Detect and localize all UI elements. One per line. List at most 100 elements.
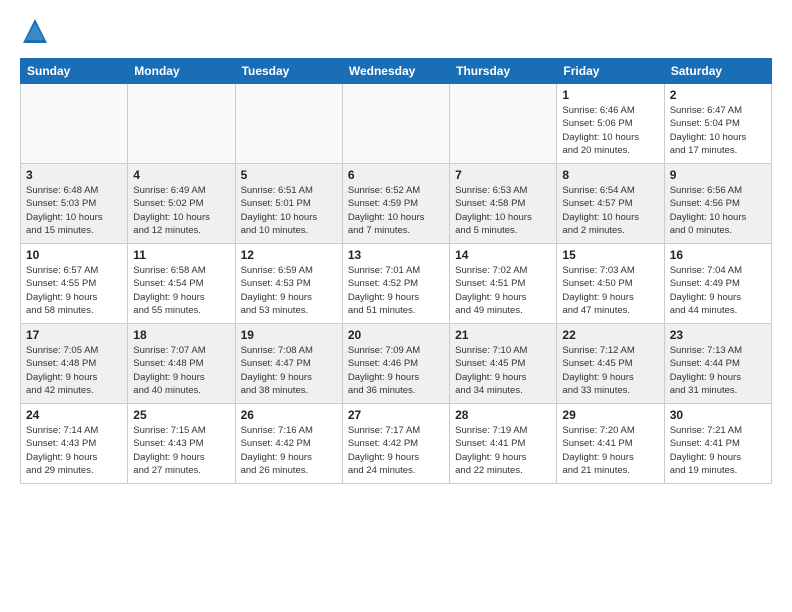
day-info: Sunrise: 7:19 AM Sunset: 4:41 PM Dayligh… [455, 424, 551, 477]
day-number: 28 [455, 408, 551, 422]
calendar-cell: 25 Sunrise: 7:15 AM Sunset: 4:43 PM Dayli… [128, 404, 235, 484]
calendar-cell: 9 Sunrise: 6:56 AM Sunset: 4:56 PM Daylig… [664, 164, 771, 244]
day-info: Sunrise: 7:01 AM Sunset: 4:52 PM Dayligh… [348, 264, 444, 317]
calendar-cell [235, 84, 342, 164]
logo-icon [20, 16, 50, 46]
day-number: 15 [562, 248, 658, 262]
day-number: 26 [241, 408, 337, 422]
day-info: Sunrise: 6:59 AM Sunset: 4:53 PM Dayligh… [241, 264, 337, 317]
day-info: Sunrise: 7:02 AM Sunset: 4:51 PM Dayligh… [455, 264, 551, 317]
page: SundayMondayTuesdayWednesdayThursdayFrid… [0, 0, 792, 494]
day-info: Sunrise: 6:56 AM Sunset: 4:56 PM Dayligh… [670, 184, 766, 237]
calendar-cell [450, 84, 557, 164]
day-info: Sunrise: 6:52 AM Sunset: 4:59 PM Dayligh… [348, 184, 444, 237]
calendar-cell: 3 Sunrise: 6:48 AM Sunset: 5:03 PM Daylig… [21, 164, 128, 244]
day-info: Sunrise: 7:13 AM Sunset: 4:44 PM Dayligh… [670, 344, 766, 397]
day-number: 18 [133, 328, 229, 342]
day-number: 14 [455, 248, 551, 262]
calendar-header-sunday: Sunday [21, 59, 128, 84]
calendar-cell: 18 Sunrise: 7:07 AM Sunset: 4:48 PM Dayli… [128, 324, 235, 404]
calendar-cell: 19Sunrise: 7:08 AM Sunset: 4:47 PM Dayli… [235, 324, 342, 404]
calendar-cell: 24 Sunrise: 7:14 AM Sunset: 4:43 PM Dayli… [21, 404, 128, 484]
calendar-cell: 5 Sunrise: 6:51 AM Sunset: 5:01 PM Daylig… [235, 164, 342, 244]
calendar-cell: 14 Sunrise: 7:02 AM Sunset: 4:51 PM Dayli… [450, 244, 557, 324]
day-info: Sunrise: 6:53 AM Sunset: 4:58 PM Dayligh… [455, 184, 551, 237]
day-number: 11 [133, 248, 229, 262]
day-info: Sunrise: 7:20 AM Sunset: 4:41 PM Dayligh… [562, 424, 658, 477]
day-number: 8 [562, 168, 658, 182]
header [20, 16, 772, 46]
day-number: 9 [670, 168, 766, 182]
calendar-week-row: 24 Sunrise: 7:14 AM Sunset: 4:43 PM Dayli… [21, 404, 772, 484]
day-number: 21 [455, 328, 551, 342]
calendar-cell: 10 Sunrise: 6:57 AM Sunset: 4:55 PM Dayli… [21, 244, 128, 324]
calendar-cell: 16Sunrise: 7:04 AM Sunset: 4:49 PM Dayli… [664, 244, 771, 324]
calendar-cell: 8 Sunrise: 6:54 AM Sunset: 4:57 PM Daylig… [557, 164, 664, 244]
day-info: Sunrise: 7:10 AM Sunset: 4:45 PM Dayligh… [455, 344, 551, 397]
day-info: Sunrise: 7:15 AM Sunset: 4:43 PM Dayligh… [133, 424, 229, 477]
day-info: Sunrise: 6:49 AM Sunset: 5:02 PM Dayligh… [133, 184, 229, 237]
calendar-week-row: 3 Sunrise: 6:48 AM Sunset: 5:03 PM Daylig… [21, 164, 772, 244]
calendar-cell: 20 Sunrise: 7:09 AM Sunset: 4:46 PM Dayli… [342, 324, 449, 404]
day-info: Sunrise: 7:03 AM Sunset: 4:50 PM Dayligh… [562, 264, 658, 317]
calendar-cell: 1 Sunrise: 6:46 AM Sunset: 5:06 PM Daylig… [557, 84, 664, 164]
day-info: Sunrise: 6:51 AM Sunset: 5:01 PM Dayligh… [241, 184, 337, 237]
day-number: 30 [670, 408, 766, 422]
day-info: Sunrise: 7:04 AM Sunset: 4:49 PM Dayligh… [670, 264, 766, 317]
calendar-cell: 4Sunrise: 6:49 AM Sunset: 5:02 PM Daylig… [128, 164, 235, 244]
day-number: 1 [562, 88, 658, 102]
calendar-cell: 26Sunrise: 7:16 AM Sunset: 4:42 PM Dayli… [235, 404, 342, 484]
day-number: 25 [133, 408, 229, 422]
calendar-cell: 27 Sunrise: 7:17 AM Sunset: 4:42 PM Dayli… [342, 404, 449, 484]
calendar-cell [21, 84, 128, 164]
calendar-cell: 17Sunrise: 7:05 AM Sunset: 4:48 PM Dayli… [21, 324, 128, 404]
day-number: 13 [348, 248, 444, 262]
calendar-cell [128, 84, 235, 164]
day-info: Sunrise: 7:08 AM Sunset: 4:47 PM Dayligh… [241, 344, 337, 397]
day-info: Sunrise: 7:09 AM Sunset: 4:46 PM Dayligh… [348, 344, 444, 397]
calendar-cell: 30Sunrise: 7:21 AM Sunset: 4:41 PM Dayli… [664, 404, 771, 484]
calendar-week-row: 1 Sunrise: 6:46 AM Sunset: 5:06 PM Daylig… [21, 84, 772, 164]
calendar-header-tuesday: Tuesday [235, 59, 342, 84]
day-info: Sunrise: 6:47 AM Sunset: 5:04 PM Dayligh… [670, 104, 766, 157]
calendar-cell [342, 84, 449, 164]
day-number: 20 [348, 328, 444, 342]
calendar-cell: 7 Sunrise: 6:53 AM Sunset: 4:58 PM Daylig… [450, 164, 557, 244]
calendar-header-thursday: Thursday [450, 59, 557, 84]
calendar-header-wednesday: Wednesday [342, 59, 449, 84]
day-number: 12 [241, 248, 337, 262]
day-number: 7 [455, 168, 551, 182]
day-info: Sunrise: 6:48 AM Sunset: 5:03 PM Dayligh… [26, 184, 122, 237]
day-info: Sunrise: 6:57 AM Sunset: 4:55 PM Dayligh… [26, 264, 122, 317]
calendar-cell: 29 Sunrise: 7:20 AM Sunset: 4:41 PM Dayli… [557, 404, 664, 484]
calendar-cell: 12 Sunrise: 6:59 AM Sunset: 4:53 PM Dayli… [235, 244, 342, 324]
calendar-cell: 15 Sunrise: 7:03 AM Sunset: 4:50 PM Dayli… [557, 244, 664, 324]
day-number: 5 [241, 168, 337, 182]
day-number: 22 [562, 328, 658, 342]
day-info: Sunrise: 7:17 AM Sunset: 4:42 PM Dayligh… [348, 424, 444, 477]
day-number: 27 [348, 408, 444, 422]
calendar-cell: 2 Sunrise: 6:47 AM Sunset: 5:04 PM Daylig… [664, 84, 771, 164]
day-number: 29 [562, 408, 658, 422]
calendar-header-saturday: Saturday [664, 59, 771, 84]
calendar-week-row: 10 Sunrise: 6:57 AM Sunset: 4:55 PM Dayli… [21, 244, 772, 324]
calendar: SundayMondayTuesdayWednesdayThursdayFrid… [20, 58, 772, 484]
day-info: Sunrise: 6:54 AM Sunset: 4:57 PM Dayligh… [562, 184, 658, 237]
calendar-header-row: SundayMondayTuesdayWednesdayThursdayFrid… [21, 59, 772, 84]
logo [20, 16, 54, 46]
day-info: Sunrise: 7:07 AM Sunset: 4:48 PM Dayligh… [133, 344, 229, 397]
calendar-cell: 22Sunrise: 7:12 AM Sunset: 4:45 PM Dayli… [557, 324, 664, 404]
calendar-header-friday: Friday [557, 59, 664, 84]
day-info: Sunrise: 7:14 AM Sunset: 4:43 PM Dayligh… [26, 424, 122, 477]
day-info: Sunrise: 6:46 AM Sunset: 5:06 PM Dayligh… [562, 104, 658, 157]
day-number: 10 [26, 248, 122, 262]
day-number: 23 [670, 328, 766, 342]
calendar-cell: 13 Sunrise: 7:01 AM Sunset: 4:52 PM Dayli… [342, 244, 449, 324]
day-info: Sunrise: 6:58 AM Sunset: 4:54 PM Dayligh… [133, 264, 229, 317]
calendar-week-row: 17Sunrise: 7:05 AM Sunset: 4:48 PM Dayli… [21, 324, 772, 404]
day-number: 3 [26, 168, 122, 182]
day-number: 24 [26, 408, 122, 422]
calendar-cell: 28 Sunrise: 7:19 AM Sunset: 4:41 PM Dayli… [450, 404, 557, 484]
day-number: 2 [670, 88, 766, 102]
calendar-cell: 6Sunrise: 6:52 AM Sunset: 4:59 PM Daylig… [342, 164, 449, 244]
